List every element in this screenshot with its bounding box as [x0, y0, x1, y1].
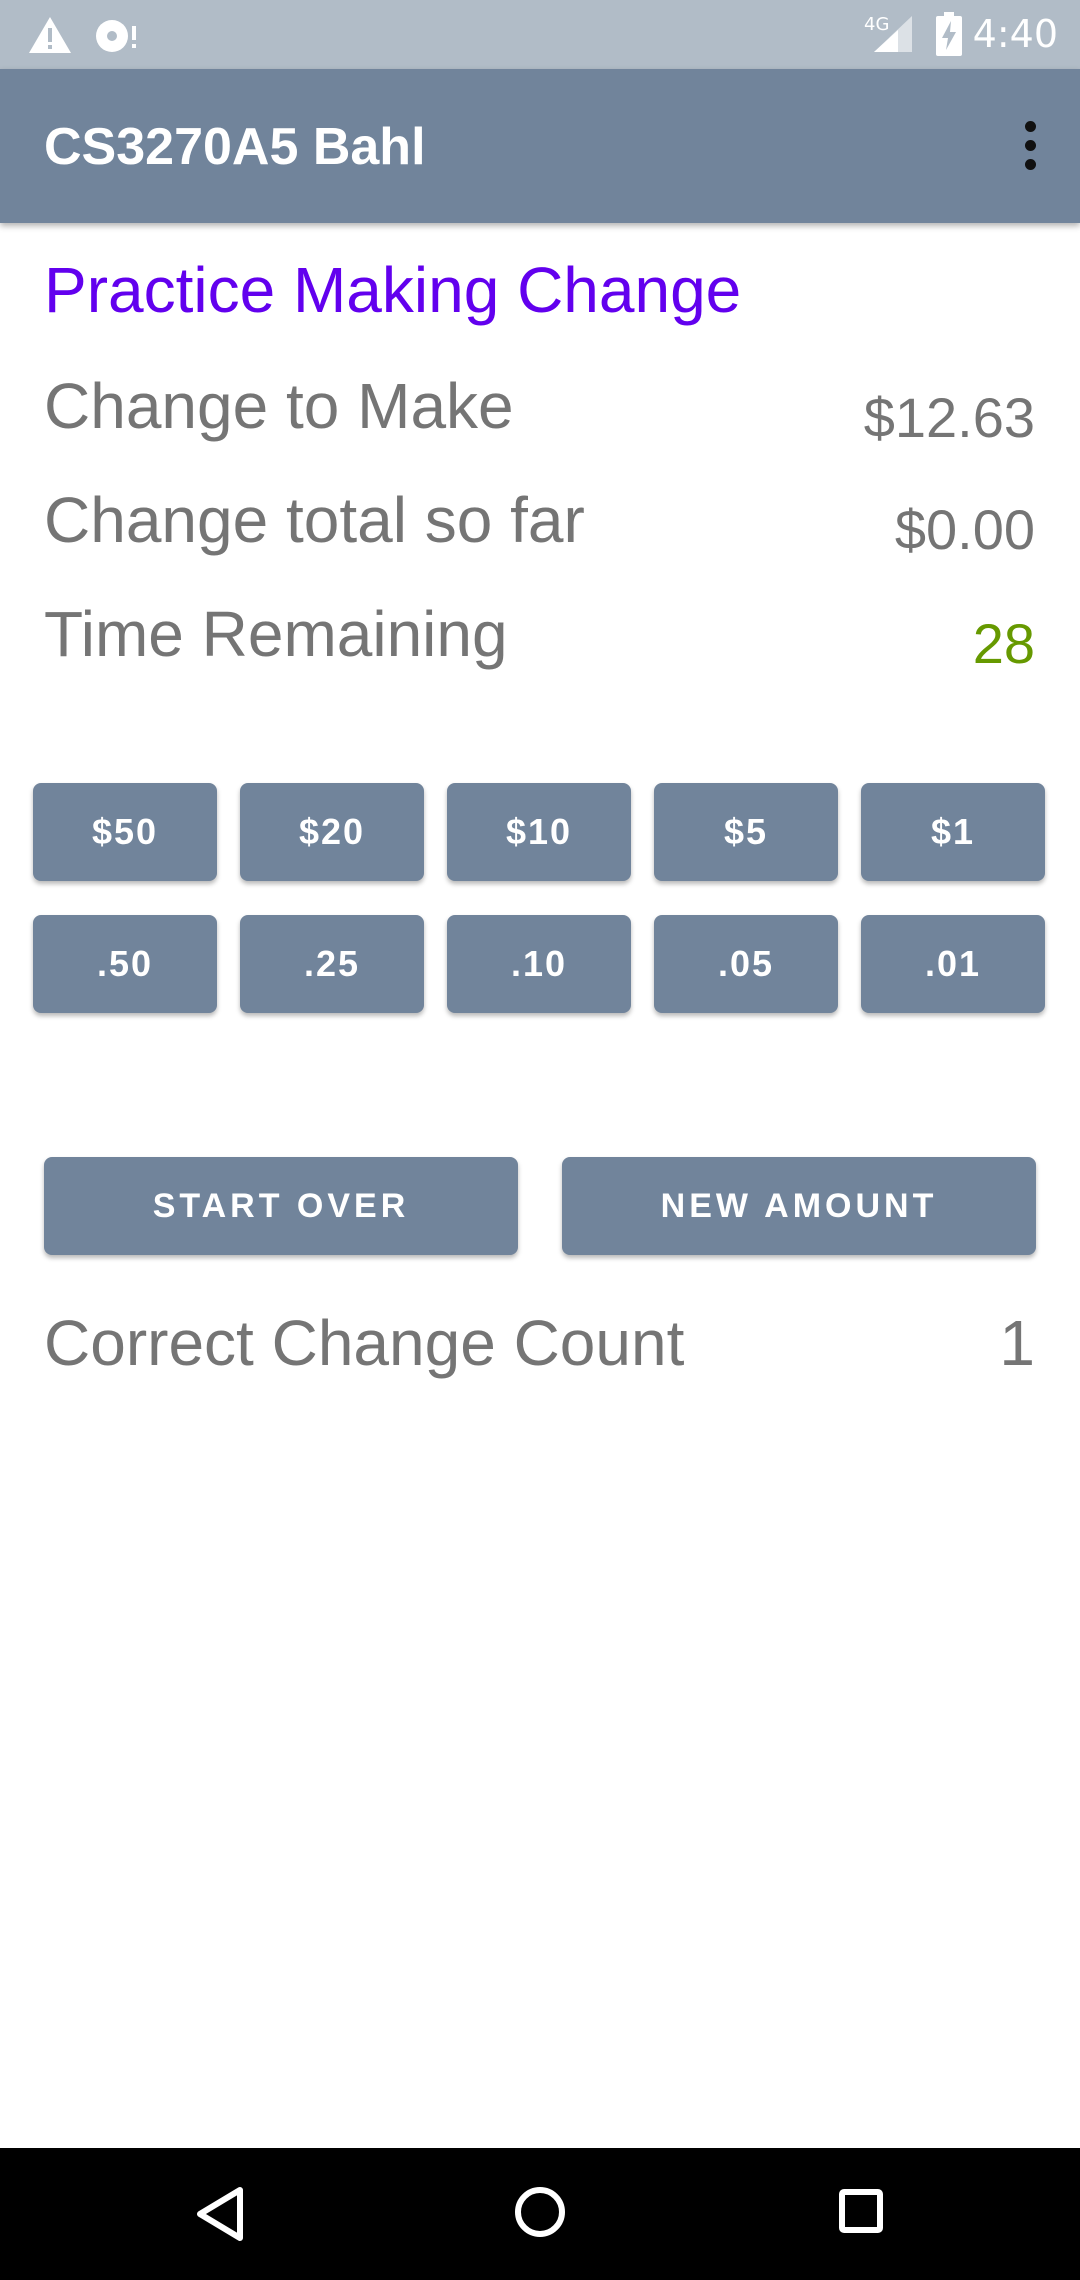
- cell-signal-icon: [874, 16, 912, 52]
- battery-charging-icon: [936, 12, 962, 56]
- coin-25-button[interactable]: .25: [240, 915, 424, 1013]
- coin-10-button[interactable]: .10: [447, 915, 631, 1013]
- status-bar: 4G 4:40: [0, 0, 1080, 69]
- more-vert-icon[interactable]: [1010, 117, 1050, 177]
- bill-1-button[interactable]: $1: [861, 783, 1045, 881]
- back-icon[interactable]: [194, 2186, 246, 2242]
- bill-10-button[interactable]: $10: [447, 783, 631, 881]
- coin-50-button[interactable]: .50: [33, 915, 217, 1013]
- sync-disc-icon: [96, 20, 136, 52]
- recents-icon[interactable]: [838, 2188, 884, 2234]
- bill-50-button[interactable]: $50: [33, 783, 217, 881]
- correct-count-value: 1: [999, 1307, 1035, 1379]
- app-title: CS3270A5 Bahl: [44, 118, 426, 176]
- change-to-make-value: $12.63: [863, 386, 1035, 449]
- nav-bar: [0, 2148, 1080, 2280]
- new-amount-button[interactable]: NEW AMOUNT: [562, 1157, 1036, 1255]
- app-bar: CS3270A5 Bahl: [0, 69, 1080, 223]
- time-remaining-value: 28: [972, 612, 1035, 675]
- change-to-make-label: Change to Make: [44, 370, 514, 442]
- coin-05-button[interactable]: .05: [654, 915, 838, 1013]
- bill-5-button[interactable]: $5: [654, 783, 838, 881]
- status-time: 4:40: [972, 12, 1058, 56]
- correct-count-label: Correct Change Count: [44, 1307, 685, 1379]
- start-over-button[interactable]: START OVER: [44, 1157, 518, 1255]
- total-so-far-value: $0.00: [894, 498, 1035, 561]
- home-icon[interactable]: [514, 2186, 566, 2238]
- coin-01-button[interactable]: .01: [861, 915, 1045, 1013]
- warning-icon: [29, 17, 71, 53]
- bill-20-button[interactable]: $20: [240, 783, 424, 881]
- total-so-far-label: Change total so far: [44, 484, 585, 556]
- page-title: Practice Making Change: [44, 254, 742, 326]
- time-remaining-label: Time Remaining: [44, 598, 508, 670]
